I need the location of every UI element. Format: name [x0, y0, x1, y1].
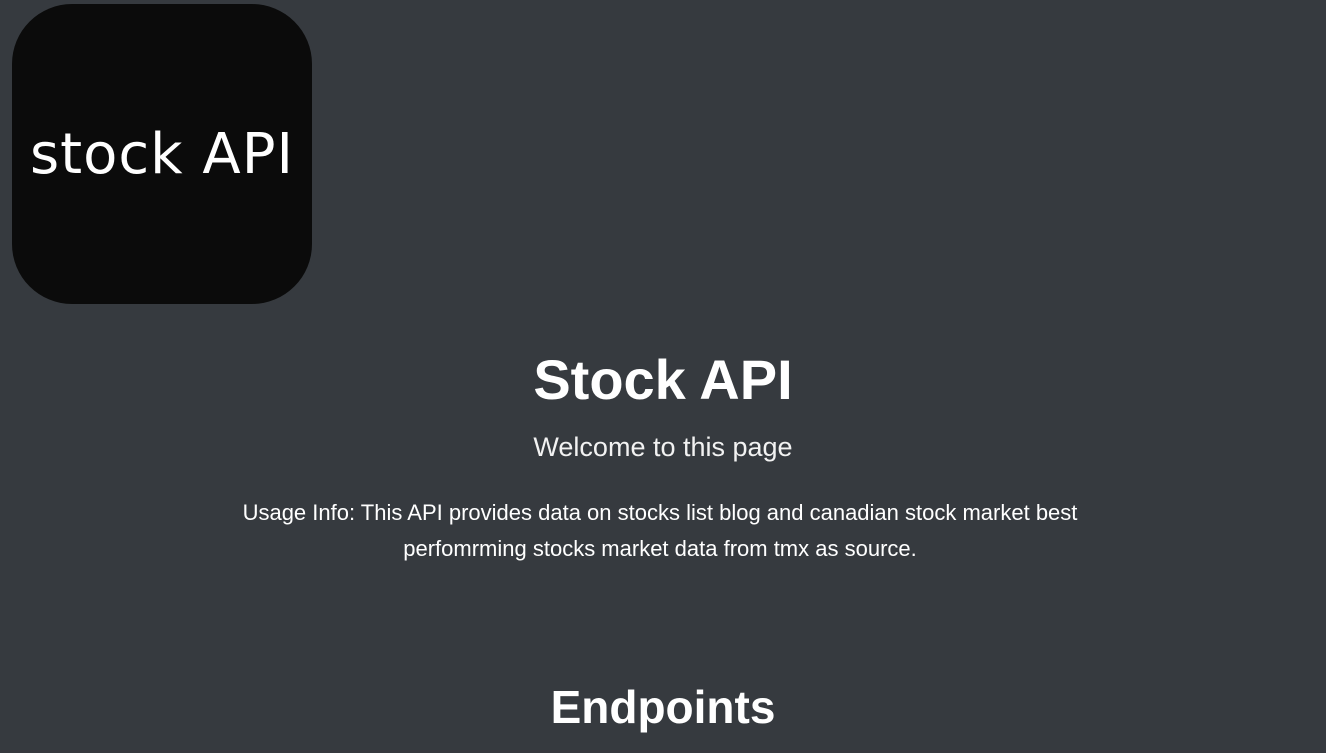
usage-info: Usage Info: This API provides data on st…: [242, 500, 1078, 561]
endpoints-heading: Endpoints: [550, 681, 776, 733]
page-title: Stock API: [533, 348, 793, 411]
page-subtitle: Welcome to this page: [533, 432, 793, 462]
logo-text: stock API: [29, 121, 294, 187]
logo: stock API: [12, 4, 312, 304]
page: stock API Stock API Welcome to this page…: [0, 0, 1326, 753]
